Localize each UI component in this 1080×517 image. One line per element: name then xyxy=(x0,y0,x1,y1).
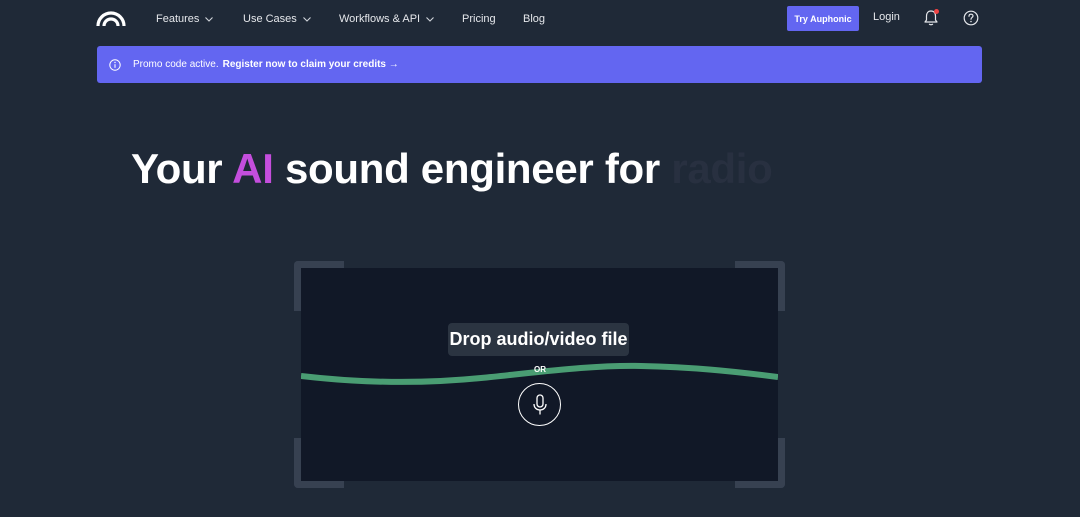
drop-file-label[interactable]: Drop audio/video file xyxy=(448,323,629,356)
promo-text: Promo code active. xyxy=(133,59,219,70)
promo-banner: Promo code active. Register now to claim… xyxy=(97,46,982,83)
nav-item-label: Features xyxy=(156,13,200,25)
nav-item-label: Use Cases xyxy=(243,13,297,25)
nav-item-workflows-api[interactable]: Workflows & API xyxy=(339,11,435,27)
page: Features Use Cases Workflows & API Prici… xyxy=(0,0,1080,517)
nav-item-use-cases[interactable]: Use Cases xyxy=(243,11,312,27)
hero-text-part2: sound engineer for xyxy=(273,145,672,192)
hero-text-part1: Your xyxy=(131,145,233,192)
try-auphonic-button[interactable]: Try Auphonic xyxy=(787,6,859,31)
upload-dropzone[interactable]: Drop audio/video file OR xyxy=(301,268,778,481)
or-separator: OR xyxy=(534,365,546,374)
chevron-down-icon xyxy=(205,17,214,22)
nav-item-label: Workflows & API xyxy=(339,13,421,25)
nav-item-label: Blog xyxy=(523,13,546,25)
nav-item-label: Pricing xyxy=(462,13,496,25)
top-nav: Features Use Cases Workflows & API Prici… xyxy=(0,0,1080,37)
hero-headline: Your AI sound engineer for radio xyxy=(131,143,773,195)
hero-ai-highlight: AI xyxy=(232,145,274,192)
chevron-down-icon xyxy=(302,17,311,22)
login-link[interactable]: Login xyxy=(873,11,900,23)
record-audio-button[interactable] xyxy=(518,383,561,426)
info-icon xyxy=(109,58,121,71)
hero-rotating-word: radio xyxy=(671,145,773,192)
auphonic-logo[interactable] xyxy=(96,9,126,27)
register-link[interactable]: Register now to claim your credits → xyxy=(223,59,399,70)
microphone-icon xyxy=(532,393,547,414)
nav-item-features[interactable]: Features xyxy=(156,11,214,27)
notification-dot xyxy=(934,9,939,14)
chevron-down-icon xyxy=(426,17,434,22)
nav-item-pricing[interactable]: Pricing xyxy=(462,11,496,27)
nav-item-blog[interactable]: Blog xyxy=(523,11,545,27)
help-circle-icon[interactable] xyxy=(963,10,979,26)
